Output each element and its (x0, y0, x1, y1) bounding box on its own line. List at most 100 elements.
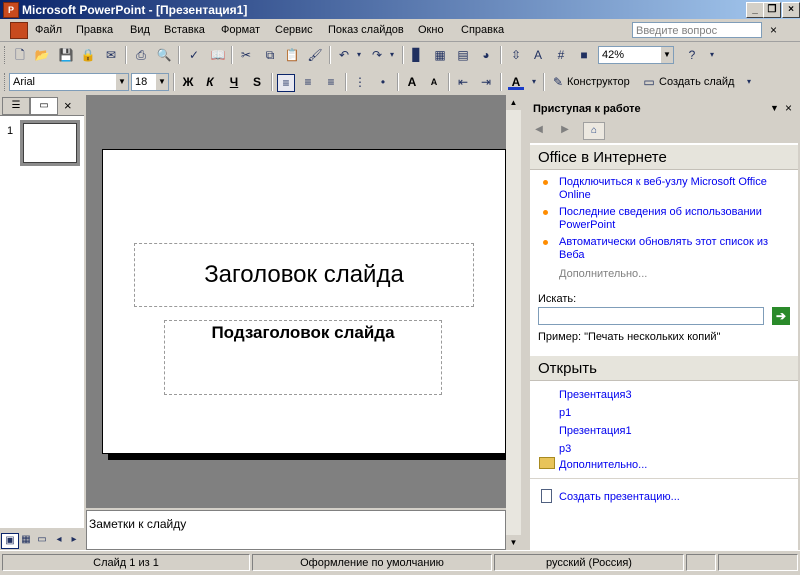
italic-icon[interactable]: К (202, 74, 218, 90)
toolbar-grip[interactable] (4, 46, 8, 64)
insert-chart-icon[interactable]: ▊ (409, 47, 425, 63)
normal-view-icon[interactable]: ▣ (1, 533, 19, 549)
color-grayscale-icon[interactable]: ■ (576, 47, 592, 63)
copy-icon[interactable]: ⧉ (262, 47, 278, 63)
shadow-icon[interactable]: S (249, 74, 265, 90)
design-icon[interactable]: ✎ (550, 74, 566, 90)
slide-thumbnail[interactable] (20, 120, 80, 166)
align-right-icon[interactable]: ≡ (323, 74, 339, 90)
recent-file[interactable]: Презентация3 (559, 389, 632, 402)
scroll-right-icon[interactable]: ▸ (66, 533, 82, 547)
font-select[interactable]: Arial ▼ (9, 73, 129, 91)
font-size-select[interactable]: 18 ▼ (131, 73, 169, 91)
show-formatting-icon[interactable]: A (530, 47, 546, 63)
notes-pane[interactable]: Заметки к слайду (86, 510, 506, 550)
recent-file[interactable]: p3 (559, 443, 571, 456)
help-icon[interactable]: ? (684, 47, 700, 63)
go-arrow-icon[interactable]: ➔ (772, 307, 790, 325)
increase-font-icon[interactable]: A (404, 74, 420, 90)
vertical-scrollbar[interactable]: ▲ ▼ (506, 95, 521, 550)
font-color-icon[interactable]: A (508, 74, 524, 90)
close-button[interactable]: × (782, 2, 800, 18)
sorter-view-icon[interactable]: ▦ (18, 533, 34, 547)
permission-icon[interactable]: 🔒 (80, 47, 96, 63)
link-latest-news[interactable]: Последние сведения об использовании Powe… (559, 206, 784, 232)
tab-slides[interactable]: ▭ (30, 97, 58, 115)
tab-outline[interactable]: ☰ (2, 97, 30, 115)
new-slide-icon[interactable]: ▭ (641, 74, 657, 90)
increase-indent-icon[interactable]: ⇥ (478, 74, 494, 90)
menu-file[interactable]: Файл (35, 24, 62, 36)
back-icon[interactable]: ◀ (529, 122, 549, 138)
decrease-indent-icon[interactable]: ⇤ (455, 74, 471, 90)
designer-button[interactable]: Конструктор (567, 76, 630, 88)
menu-format[interactable]: Формат (221, 24, 260, 36)
email-icon[interactable]: ✉ (103, 47, 119, 63)
toolbar-options-icon[interactable]: ▾ (704, 47, 720, 63)
bullets-icon[interactable]: • (375, 74, 391, 90)
chevron-down-icon[interactable]: ▼ (661, 47, 673, 63)
home-icon[interactable]: ⌂ (583, 122, 605, 140)
create-presentation-link[interactable]: Создать презентацию... (559, 491, 680, 504)
menu-tools[interactable]: Сервис (275, 24, 313, 36)
task-pane-menu-icon[interactable]: ▼ (770, 103, 779, 113)
expand-all-icon[interactable]: ⇳ (508, 47, 524, 63)
show-grid-icon[interactable]: # (553, 47, 569, 63)
close-task-pane-icon[interactable]: × (785, 101, 792, 115)
redo-icon[interactable]: ↷ (369, 47, 385, 63)
open-more-link[interactable]: Дополнительно... (559, 459, 647, 472)
save-icon[interactable]: 💾 (58, 47, 74, 63)
menu-insert[interactable]: Вставка (164, 24, 205, 36)
tables-borders-icon[interactable]: ▤ (455, 47, 471, 63)
toolbar-grip[interactable] (4, 73, 8, 91)
slide-subtitle-placeholder[interactable]: Подзаголовок слайда (164, 320, 442, 395)
format-painter-icon[interactable]: 🖌 (307, 47, 323, 63)
chevron-down-icon[interactable]: ▼ (156, 74, 168, 90)
paste-icon[interactable]: 📋 (284, 47, 300, 63)
numbering-icon[interactable]: ⋮ (352, 74, 368, 90)
undo-dropdown-icon[interactable]: ▾ (351, 47, 367, 63)
slide[interactable]: Заголовок слайда Подзаголовок слайда (102, 149, 506, 454)
zoom-select[interactable]: 42% ▼ (598, 46, 674, 64)
recent-file[interactable]: p1 (559, 407, 571, 420)
chevron-down-icon[interactable]: ▼ (116, 74, 128, 90)
spelling-icon[interactable]: ✓ (186, 47, 202, 63)
slide-title-placeholder[interactable]: Заголовок слайда (134, 243, 474, 307)
font-color-dropdown-icon[interactable]: ▾ (526, 74, 542, 90)
forward-icon[interactable]: ▶ (555, 122, 575, 138)
slideshow-view-icon[interactable]: ▭ (34, 533, 50, 547)
link-auto-update[interactable]: Автоматически обновлять этот список из В… (559, 236, 784, 262)
search-input[interactable] (538, 307, 764, 325)
link-office-online[interactable]: Подключиться к веб-узлу Microsoft Office… (559, 176, 784, 202)
print-icon[interactable]: ⎙ (133, 47, 149, 63)
powerpoint-app-icon[interactable]: P (3, 2, 19, 18)
scroll-left-icon[interactable]: ◂ (51, 533, 67, 547)
scroll-down-icon[interactable]: ▼ (506, 535, 521, 550)
open-icon[interactable]: 📂 (34, 47, 50, 63)
redo-dropdown-icon[interactable]: ▾ (384, 47, 400, 63)
undo-icon[interactable]: ↶ (336, 47, 352, 63)
insert-diagram-icon[interactable]: ◕ (478, 47, 494, 63)
scroll-up-icon[interactable]: ▲ (506, 95, 521, 110)
help-search-input[interactable]: Введите вопрос (632, 22, 762, 38)
print-preview-icon[interactable]: 🔍 (156, 47, 172, 63)
bold-icon[interactable]: Ж (180, 74, 196, 90)
menu-window[interactable]: Окно (418, 24, 444, 36)
task-pane-title[interactable]: Приступая к работе (533, 103, 641, 115)
minimize-button[interactable]: _ (746, 2, 764, 18)
menu-slideshow[interactable]: Показ слайдов (328, 24, 404, 36)
research-icon[interactable]: 📖 (210, 47, 226, 63)
decrease-font-icon[interactable]: A (426, 74, 442, 90)
menu-edit[interactable]: Правка (76, 24, 113, 36)
close-pane-icon[interactable]: × (64, 98, 72, 113)
toolbar-options-icon[interactable]: ▾ (741, 74, 757, 90)
maximize-button[interactable]: ❐ (763, 2, 781, 18)
new-slide-button[interactable]: Создать слайд (659, 76, 734, 88)
close-window-icon[interactable]: × (770, 23, 777, 37)
new-icon[interactable]: 🗋 (12, 47, 28, 63)
insert-table-icon[interactable]: ▦ (432, 47, 448, 63)
recent-file[interactable]: Презентация1 (559, 425, 632, 438)
menu-help[interactable]: Справка (461, 24, 504, 36)
document-icon[interactable] (10, 22, 28, 39)
align-left-icon[interactable]: ≡ (277, 74, 295, 92)
